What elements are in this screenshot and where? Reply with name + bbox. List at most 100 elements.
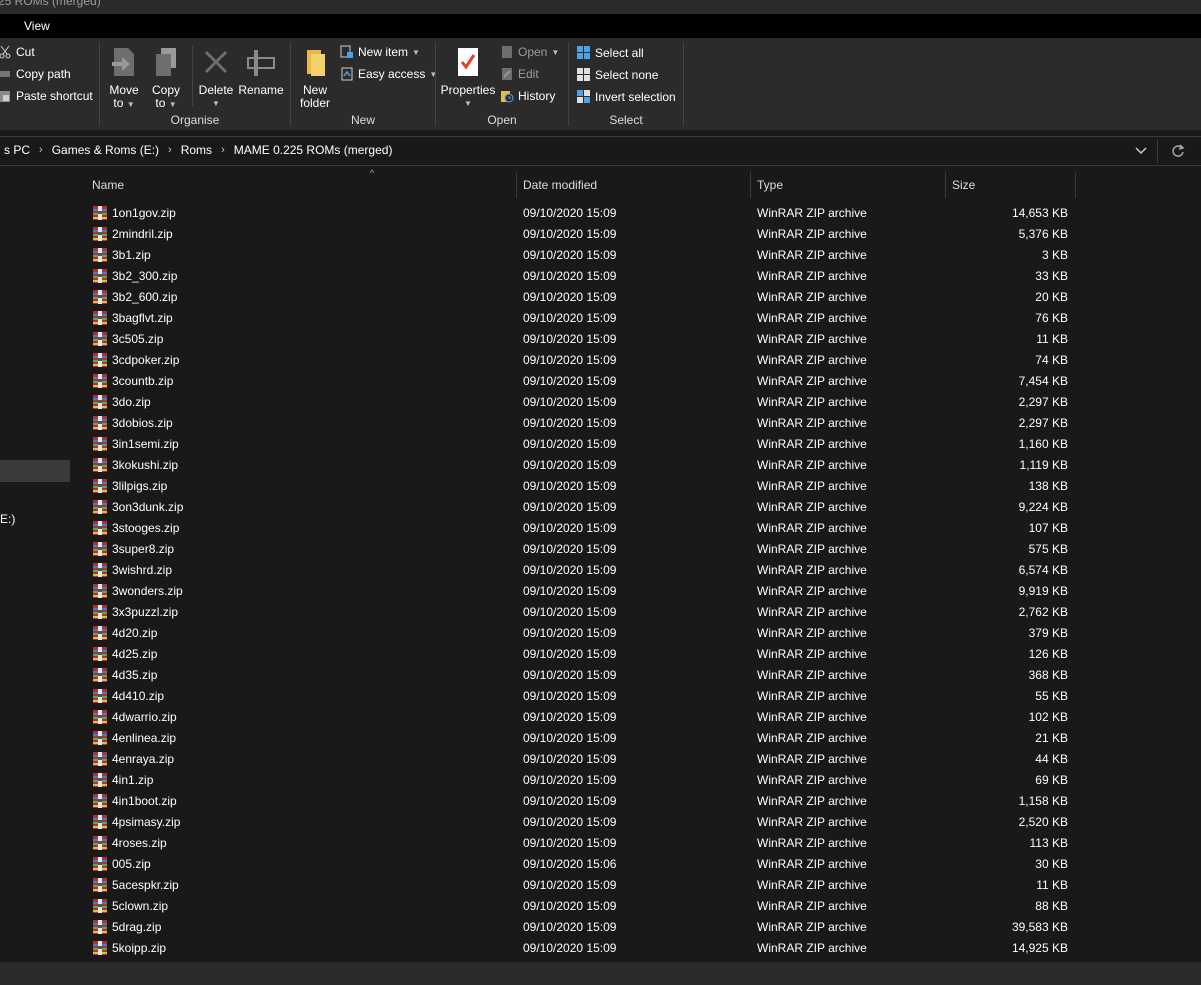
breadcrumb-games-roms[interactable]: Games & Roms (E:) [52,143,159,157]
file-name[interactable]: 5acespkr.zip [112,875,179,896]
new-folder-button[interactable]: New folder [297,46,333,110]
table-row[interactable]: 4in1.zip 09/10/2020 15:09 WinRAR ZIP archi… [74,770,1084,791]
table-row[interactable]: 4enraya.zip 09/10/2020 15:09 WinRAR ZIP ar… [74,749,1084,770]
table-row[interactable]: 3b2_600.zip 09/10/2020 15:09 WinRAR ZIP ar… [74,287,1084,308]
table-row[interactable]: 2mindril.zip 09/10/2020 15:09 WinRAR ZIP a… [74,224,1084,245]
file-name[interactable]: 4d35.zip [112,665,157,686]
move-to-button[interactable]: Move to ▼ [106,46,142,111]
file-name[interactable]: 4in1boot.zip [112,791,177,812]
table-row[interactable]: 3dobios.zip 09/10/2020 15:09 WinRAR ZIP ar… [74,413,1084,434]
cut-button[interactable]: Cut [0,45,35,59]
invert-selection-button[interactable]: Invert selection [576,89,676,104]
address-bar[interactable]: s PC › Games & Roms (E:) › Roms › MAME 0… [0,136,1201,166]
breadcrumb-roms[interactable]: Roms [181,143,212,157]
table-row[interactable]: 3stooges.zip 09/10/2020 15:09 WinRAR ZIP a… [74,518,1084,539]
table-row[interactable]: 4in1boot.zip 09/10/2020 15:09 WinRAR ZIP a… [74,791,1084,812]
file-name[interactable]: 3bagflvt.zip [112,308,173,329]
table-row[interactable]: 5acespkr.zip 09/10/2020 15:09 WinRAR ZIP a… [74,875,1084,896]
select-none-button[interactable]: Select none [576,67,658,82]
table-row[interactable]: 4roses.zip 09/10/2020 15:09 WinRAR ZIP arc… [74,833,1084,854]
table-row[interactable]: 3super8.zip 09/10/2020 15:09 WinRAR ZIP ar… [74,539,1084,560]
file-name[interactable]: 4in1.zip [112,770,153,791]
file-name[interactable]: 4enlinea.zip [112,728,176,749]
table-row[interactable]: 005.zip 09/10/2020 15:06 WinRAR ZIP archiv… [74,854,1084,875]
copy-path-button[interactable]: Copy path [0,67,71,81]
file-name[interactable]: 3x3puzzl.zip [112,602,178,623]
file-name[interactable]: 3lilpigs.zip [112,476,167,497]
file-name[interactable]: 3b2_300.zip [112,266,177,287]
table-row[interactable]: 4d410.zip 09/10/2020 15:09 WinRAR ZIP arch… [74,686,1084,707]
delete-button[interactable]: Delete ▼ [198,46,234,110]
table-row[interactable]: 3in1semi.zip 09/10/2020 15:09 WinRAR ZIP a… [74,434,1084,455]
table-row[interactable]: 3wishrd.zip 09/10/2020 15:09 WinRAR ZIP ar… [74,560,1084,581]
rename-button[interactable]: Rename [238,46,284,97]
table-row[interactable]: 3on3dunk.zip 09/10/2020 15:09 WinRAR ZIP a… [74,497,1084,518]
file-name[interactable]: 3countb.zip [112,371,173,392]
file-name[interactable]: 4dwarrio.zip [112,707,177,728]
paste-shortcut-button[interactable]: Paste shortcut [0,89,93,103]
file-name[interactable]: 4d25.zip [112,644,157,665]
chevron-down-icon[interactable] [1135,146,1147,156]
chevron-right-icon[interactable]: › [168,144,172,156]
table-row[interactable]: 5drag.zip 09/10/2020 15:09 WinRAR ZIP arch… [74,917,1084,938]
file-name[interactable]: 5koipp.zip [112,938,166,959]
file-name[interactable]: 3wonders.zip [112,581,183,602]
file-name[interactable]: 005.zip [112,854,151,875]
file-name[interactable]: 4roses.zip [112,833,167,854]
file-name[interactable]: 3super8.zip [112,539,174,560]
history-button[interactable]: History [500,89,555,103]
table-row[interactable]: 4enlinea.zip 09/10/2020 15:09 WinRAR ZIP a… [74,728,1084,749]
nav-item-selected[interactable] [0,460,70,482]
column-header-date[interactable]: Date modified [517,172,751,198]
file-name[interactable]: 4enraya.zip [112,749,174,770]
copy-to-button[interactable]: Copy to ▼ [148,46,184,111]
table-row[interactable]: 5clown.zip 09/10/2020 15:09 WinRAR ZIP arc… [74,896,1084,917]
table-row[interactable]: 3kokushi.zip 09/10/2020 15:09 WinRAR ZIP a… [74,455,1084,476]
table-row[interactable]: 4dwarrio.zip 09/10/2020 15:09 WinRAR ZIP a… [74,707,1084,728]
easy-access-button[interactable]: Easy access ▼ [340,67,437,81]
file-name[interactable]: 5clown.zip [112,896,168,917]
file-name[interactable]: 3stooges.zip [112,518,179,539]
column-header-size[interactable]: Size [946,172,1076,198]
column-header-name[interactable]: Name [86,172,517,198]
table-row[interactable]: 3lilpigs.zip 09/10/2020 15:09 WinRAR ZIP a… [74,476,1084,497]
file-name[interactable]: 4psimasy.zip [112,812,180,833]
file-name[interactable]: 3cdpoker.zip [112,350,179,371]
table-row[interactable]: 3do.zip 09/10/2020 15:09 WinRAR ZIP archiv… [74,392,1084,413]
file-name[interactable]: 4d410.zip [112,686,164,707]
file-name[interactable]: 3dobios.zip [112,413,173,434]
open-button[interactable]: Open ▼ [500,45,559,59]
table-row[interactable]: 3wonders.zip 09/10/2020 15:09 WinRAR ZIP a… [74,581,1084,602]
column-header-type[interactable]: Type [751,172,946,198]
file-name[interactable]: 3b1.zip [112,245,151,266]
table-row[interactable]: 3x3puzzl.zip 09/10/2020 15:09 WinRAR ZIP a… [74,602,1084,623]
table-row[interactable]: 3c505.zip 09/10/2020 15:09 WinRAR ZIP arch… [74,329,1084,350]
breadcrumb-this-pc[interactable]: s PC [4,143,30,157]
file-name[interactable]: 3do.zip [112,392,151,413]
breadcrumb-mame-roms[interactable]: MAME 0.225 ROMs (merged) [234,143,393,157]
file-name[interactable]: 3c505.zip [112,329,163,350]
select-all-button[interactable]: Select all [576,45,644,60]
table-row[interactable]: 4d35.zip 09/10/2020 15:09 WinRAR ZIP archi… [74,665,1084,686]
table-row[interactable]: 3cdpoker.zip 09/10/2020 15:09 WinRAR ZIP a… [74,350,1084,371]
file-name[interactable]: 3kokushi.zip [112,455,178,476]
table-row[interactable]: 4d20.zip 09/10/2020 15:09 WinRAR ZIP archi… [74,623,1084,644]
refresh-icon[interactable] [1171,144,1185,158]
chevron-right-icon[interactable]: › [221,144,225,156]
file-name[interactable]: 4d20.zip [112,623,157,644]
chevron-right-icon[interactable]: › [39,144,43,156]
table-row[interactable]: 3countb.zip 09/10/2020 15:09 WinRAR ZIP ar… [74,371,1084,392]
file-name[interactable]: 3on3dunk.zip [112,497,183,518]
file-name[interactable]: 2mindril.zip [112,224,173,245]
table-row[interactable]: 3b2_300.zip 09/10/2020 15:09 WinRAR ZIP ar… [74,266,1084,287]
table-row[interactable]: 3b1.zip 09/10/2020 15:09 WinRAR ZIP archiv… [74,245,1084,266]
table-row[interactable]: 5koipp.zip 09/10/2020 15:09 WinRAR ZIP arc… [74,938,1084,959]
horizontal-scrollbar[interactable] [0,962,1201,985]
file-name[interactable]: 3in1semi.zip [112,434,179,455]
table-row[interactable]: 1on1gov.zip 09/10/2020 15:09 WinRAR ZIP ar… [74,203,1084,224]
file-name[interactable]: 5drag.zip [112,917,161,938]
tab-view[interactable]: View [24,19,50,33]
table-row[interactable]: 4d25.zip 09/10/2020 15:09 WinRAR ZIP archi… [74,644,1084,665]
properties-button[interactable]: Properties ▼ [440,46,496,110]
nav-item-drive[interactable]: E:) [0,512,15,526]
